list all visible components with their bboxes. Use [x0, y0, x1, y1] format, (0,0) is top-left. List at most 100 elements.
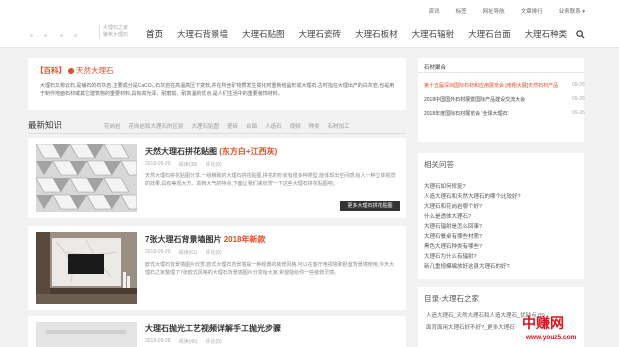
nav-types[interactable]: 大理石种类 — [525, 28, 568, 40]
sidebar-related-qa: 相关问答 大理石如何修复? 人造大理石和天然大理石的哪个比较好? 大理石和花岗岩… — [418, 153, 584, 279]
qa-link[interactable]: 大理石餐桌有哪些材质? — [424, 232, 482, 240]
news-date: 09-26 — [572, 82, 585, 88]
watermark-url: www.youz5.com — [526, 334, 577, 341]
nav-slabs[interactable]: 大理石板材 — [355, 28, 398, 40]
watermark-brand: 中赚网 — [522, 316, 564, 332]
sidebar-title: 相关问答 — [424, 160, 454, 169]
sidebar-news-item[interactable]: 2018年度国际石材展览会 '全球大理石' 09-26 — [424, 110, 585, 117]
tab-types[interactable]: 种类 — [309, 122, 320, 130]
qa-link[interactable]: 什么是透体大理石? — [424, 212, 471, 220]
section-title: 最新知识 — [28, 120, 63, 130]
watermark-logo: 中赚网 www.youz5.com — [522, 313, 616, 345]
article-comments[interactable]: 评论(0) — [205, 249, 221, 256]
article-card: 大理石抛光工艺视频详解手工抛光步骤 2018-09-28 阅读(45) 评论(0… — [28, 316, 406, 347]
bullet-icon — [68, 68, 74, 74]
article-thumbnail-tv-wall[interactable] — [36, 232, 137, 304]
nav-texture[interactable]: 大理石贴图 — [242, 28, 285, 40]
qa-link[interactable]: 大理石为什么有辐射? — [424, 252, 477, 260]
latest-knowledge-bar: 最新知识 花岗岩 花岗岩和大理石的区别 大理石贴图 瓷砖 台面 人造石 视频 种… — [28, 118, 406, 134]
tab-granite[interactable]: 花岗岩 — [104, 122, 121, 130]
qa-link[interactable]: 大理石辐射是怎么回事? — [424, 222, 482, 230]
article-comments[interactable]: 评论(0) — [205, 338, 221, 345]
tab-granite-vs-marble[interactable]: 花岗岩和大理石的区别 — [129, 122, 184, 130]
slogan-line: 大理石之家 — [103, 25, 129, 31]
tab-artificial-stone[interactable]: 人造石 — [265, 122, 282, 130]
logo-dot — [30, 34, 33, 37]
top-link-tags[interactable]: 标签 — [456, 7, 467, 15]
article-comments[interactable]: 评论(0) — [205, 161, 221, 168]
main-nav: 首页 大理石背景墙 大理石贴图 大理石瓷砖 大理石板材 大理石辐射 大理石台面 … — [146, 28, 567, 40]
news-date: 09-26 — [572, 110, 585, 116]
qa-link[interactable]: 大理石如何修复? — [424, 182, 466, 190]
article-excerpt: 欧式大理石背景墙图片欣赏,欧式大理石背景墙是一种经典的装修风格,可以在客厅电视墙… — [145, 262, 395, 276]
site-logo[interactable] — [30, 28, 90, 42]
category-tabs: 花岗岩 花岗岩和大理石的区别 大理石贴图 瓷砖 台面 人造石 视频 种类 石材加… — [104, 122, 350, 130]
directory-link[interactable]: 面背面用大理石好不好?_更多大理石 — [426, 323, 515, 331]
article-views: 阅读(61) — [178, 250, 198, 256]
news-title: 2018中国国外石材展暨国际产品建设交流大会 — [424, 97, 526, 103]
logo-dot — [44, 34, 47, 37]
article-views: 阅读(45) — [178, 339, 198, 345]
search-icon[interactable] — [576, 30, 585, 39]
sidebar-news-item[interactable]: 2018中国国外石材展暨国际产品建设交流大会 09-26 — [424, 96, 585, 103]
nav-background-wall[interactable]: 大理石背景墙 — [177, 28, 228, 40]
article-date: 2018-09-29 — [145, 161, 171, 167]
article-thumbnail-polishing[interactable] — [36, 322, 137, 347]
more-tooltip: 更多大理石拼花贴图 — [340, 201, 400, 211]
intro-heading: 【百科】 天然大理石 — [36, 65, 114, 76]
article-title-text: 天然大理石拼花贴图 — [145, 147, 217, 156]
logo-dot — [74, 34, 77, 37]
intro-tag: 【百科】 — [36, 66, 66, 75]
article-meta: 2018-09-29 阅读(39) 评论(0) — [145, 161, 222, 168]
tab-texture[interactable]: 大理石贴图 — [192, 122, 220, 130]
article-title-text: 大理石抛光工艺视频详解手工抛光步骤 — [145, 324, 281, 333]
slogan-line: 聚焦大理石 — [103, 32, 129, 38]
top-link-site-nav[interactable]: 网址导航 — [483, 7, 505, 15]
tab-video[interactable]: 视频 — [290, 122, 301, 130]
article-card: 7张大理石背景墙图片 2018年新款 2018-09-29 阅读(61) 评论(… — [28, 226, 406, 310]
qa-link[interactable]: 人造大理石和天然大理石的哪个比较好? — [424, 192, 521, 200]
tab-countertop[interactable]: 台面 — [246, 122, 257, 130]
article-title-highlight: (东方白+江西灰) — [219, 147, 278, 156]
encyclopedia-intro: 【百科】 天然大理石 大理石又称云石,是铺石的石灰岩,主要成分是CaCO₃,石灰岩… — [28, 58, 406, 110]
top-link-news[interactable]: 资讯 — [429, 7, 440, 15]
logo-dot — [60, 34, 63, 37]
news-title: 第十五届深圳国际石材和应用展览会 [南翔大展]天然石材产品 — [424, 83, 559, 89]
top-link-contact[interactable]: 业务联系 ▾ — [559, 7, 585, 15]
article-title[interactable]: 天然大理石拼花贴图 (东方白+江西灰) — [145, 146, 277, 157]
qa-link[interactable]: 黑色大理石种类有哪些? — [424, 242, 482, 250]
nav-home[interactable]: 首页 — [146, 28, 163, 40]
article-date: 2018-09-29 — [145, 249, 171, 255]
nav-countertop[interactable]: 大理石台面 — [468, 28, 511, 40]
sidebar-stone-aggregation: 石材聚合 第十五届深圳国际石材和应用展览会 [南翔大展]天然石材产品 09-26… — [418, 58, 585, 142]
sidebar-heading: 石材聚合 — [424, 65, 447, 71]
news-title: 2018年度国际石材展览会 '全球大理石' — [424, 111, 509, 117]
article-title-text: 7张大理石背景墙图片 — [145, 235, 222, 244]
sidebar-news-item[interactable]: 第十五届深圳国际石材和应用展览会 [南翔大展]天然石材产品 09-26 — [424, 82, 585, 89]
nav-tiles[interactable]: 大理石瓷砖 — [299, 28, 342, 40]
nav-radiation[interactable]: 大理石辐射 — [412, 28, 455, 40]
article-excerpt: 天然大理石拼花贴图分享,一组精致的大理石拼花贴图,拼花的形状有很多种类型,能体现… — [145, 173, 396, 187]
qa-link[interactable]: 新几重规模编放好这县大理石的好? — [424, 262, 510, 270]
tab-tiles[interactable]: 瓷砖 — [227, 122, 238, 130]
article-title-highlight: 2018年新款 — [223, 235, 266, 244]
article-title[interactable]: 7张大理石背景墙图片 2018年新款 — [145, 234, 265, 245]
article-thumbnail-mosaic[interactable] — [36, 144, 137, 212]
site-slogan: 大理石之家 聚焦大理石 — [99, 25, 128, 39]
top-utility-bar: 资讯 标签 网址导航 文章排行 业务联系 ▾ — [0, 0, 619, 22]
top-link-ranking[interactable]: 文章排行 — [521, 7, 543, 15]
top-links: 资讯 标签 网址导航 文章排行 业务联系 ▾ — [429, 7, 585, 15]
article-views: 阅读(39) — [178, 162, 198, 168]
site-header: 大理石之家 聚焦大理石 首页 大理石背景墙 大理石贴图 大理石瓷砖 大理石板材 … — [0, 22, 619, 48]
intro-brand[interactable]: 天然大理石 — [76, 66, 114, 75]
article-date: 2018-09-28 — [145, 338, 171, 344]
article-meta: 2018-09-28 阅读(45) 评论(0) — [145, 338, 222, 345]
tab-processing[interactable]: 石材加工 — [328, 122, 350, 130]
divider — [418, 72, 584, 73]
article-meta: 2018-09-29 阅读(61) 评论(0) — [145, 249, 222, 256]
qa-link[interactable]: 大理石和花岗岩哪个好? — [424, 202, 482, 210]
intro-text: 大理石又称云石,是铺石的石灰岩,主要成分是CaCO₃,石灰岩在高温高压下变软,并… — [40, 83, 395, 97]
article-title[interactable]: 大理石抛光工艺视频详解手工抛光步骤 — [145, 323, 281, 334]
news-date: 09-26 — [572, 96, 585, 102]
sidebar-title: 目录-大理石之家 — [424, 294, 479, 303]
